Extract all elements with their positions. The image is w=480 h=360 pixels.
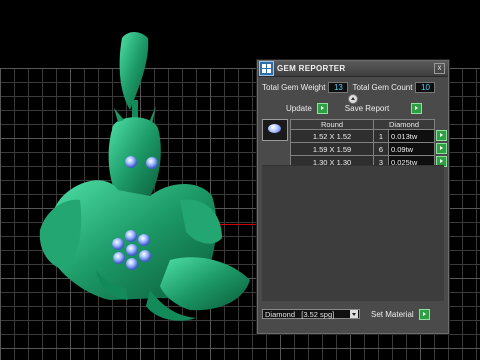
chevron-down-icon (350, 310, 358, 318)
total-weight-label: Total Gem Weight (262, 82, 326, 92)
gem-shape-thumbnail[interactable] (262, 119, 288, 141)
gem-eye-left (125, 156, 137, 168)
column-header-material: Diamond (373, 119, 435, 130)
gem-chest (112, 238, 124, 250)
gem-size: 1.52 X 1.52 (290, 129, 374, 143)
bail-shape (119, 32, 149, 110)
save-report-button[interactable] (411, 103, 423, 114)
pendant-model[interactable] (0, 0, 300, 360)
material-select-value: Diamond [3.52 spg] (265, 309, 335, 319)
gem-weight: 0.09tw (388, 142, 435, 156)
gem-count: 6 (373, 142, 389, 156)
panel-titlebar[interactable]: GEM REPORTER x (258, 61, 448, 77)
close-icon[interactable]: x (434, 63, 445, 74)
update-button[interactable] (316, 103, 328, 114)
table-row: 1.59 X 1.59 6 0.09tw (290, 142, 448, 156)
grid-icon (259, 61, 274, 76)
panel-title: GEM REPORTER (277, 64, 346, 73)
gem-weight: 0.013tw (388, 129, 435, 143)
gem-chest (125, 230, 137, 242)
row-select-button[interactable] (436, 129, 447, 141)
column-header-shape: Round (290, 119, 374, 130)
row-select-button[interactable] (436, 142, 447, 154)
gem-chest (113, 252, 125, 264)
total-count-value: 10 (415, 81, 436, 93)
save-report-label: Save Report (344, 104, 390, 113)
cape-shape (160, 257, 250, 311)
set-material-label: Set Material (371, 309, 414, 319)
update-label: Update (286, 104, 312, 113)
set-material-button[interactable] (418, 308, 430, 320)
total-count-label: Total Gem Count (352, 82, 413, 92)
gem-count: 1 (373, 129, 389, 143)
totals-row: Total Gem Weight 13 Total Gem Count 10 (262, 81, 446, 93)
round-gem-icon (268, 124, 281, 133)
gem-chest (139, 250, 151, 262)
actions-row: Update Save Report (262, 103, 446, 114)
gem-size: 1.59 X 1.59 (290, 142, 374, 156)
total-weight-value: 13 (328, 81, 349, 93)
gem-chest (126, 244, 138, 256)
gem-table: Round Diamond 1.52 X 1.52 1 0.013tw 1.59… (290, 119, 448, 169)
table-row: 1.52 X 1.52 1 0.013tw (290, 129, 448, 143)
material-select[interactable]: Diamond [3.52 spg] (262, 309, 360, 319)
gem-reporter-panel: GEM REPORTER x Total Gem Weight 13 Total… (257, 60, 449, 334)
gem-chest (138, 234, 150, 246)
gem-chest (126, 258, 138, 270)
gem-list-area[interactable] (262, 165, 444, 301)
gem-eye-right (146, 157, 158, 169)
material-row: Diamond [3.52 spg] Set Material (262, 307, 446, 321)
